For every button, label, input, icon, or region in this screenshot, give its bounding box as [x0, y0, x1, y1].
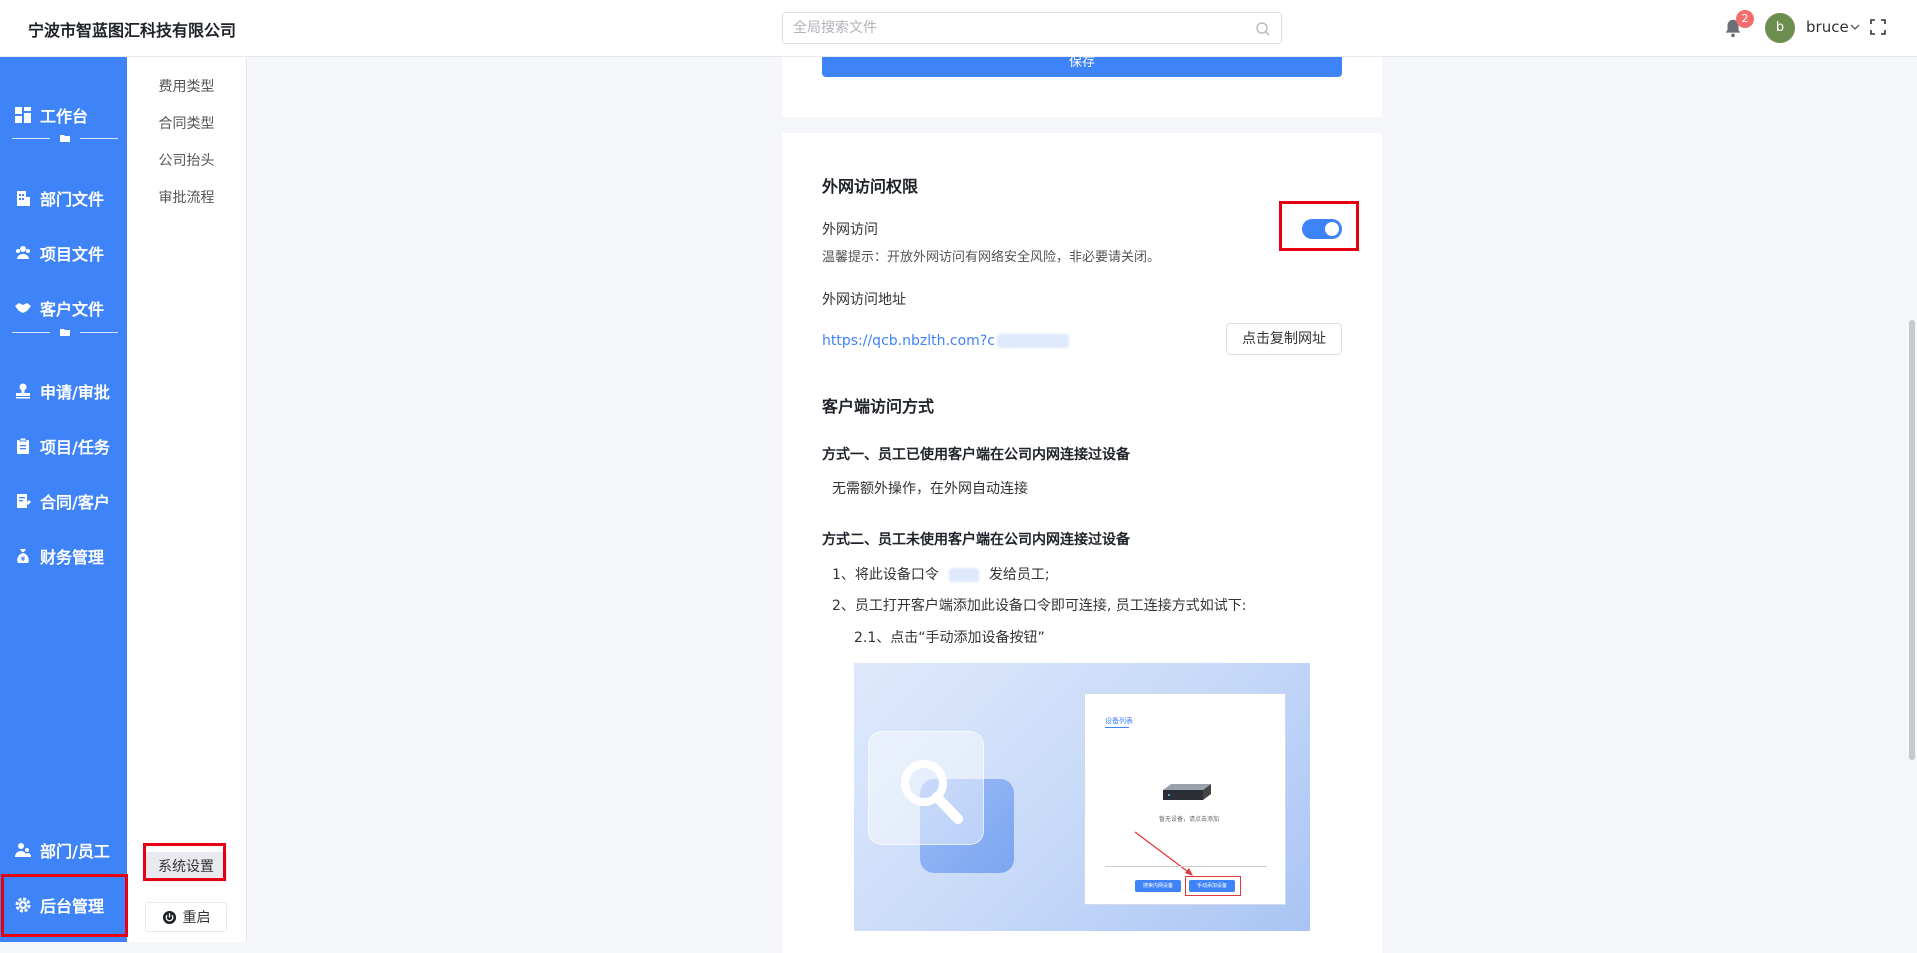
system-settings-button[interactable]: 系统设置	[145, 852, 227, 882]
toggle-knob	[1325, 222, 1339, 236]
client-screenshot: 设备列表 暂无设备，请点击添加 搜索内网设备 手动添加设备	[1084, 693, 1286, 905]
sidebar-item-workbench[interactable]: 工作台	[0, 95, 127, 135]
search-icon[interactable]	[1255, 21, 1271, 37]
dashboard-icon	[15, 107, 31, 123]
stamp-icon	[16, 383, 30, 399]
sidebar-item-label: 部门/员工	[40, 842, 110, 861]
client-access-title: 客户端访问方式	[822, 397, 935, 416]
page-scrollbar[interactable]	[1909, 320, 1915, 760]
external-access-card: 外网访问权限 外网访问 温馨提示：开放外网访问有网络安全风险，非必要请关闭。 外…	[782, 133, 1382, 953]
nas-device-icon	[1163, 784, 1211, 800]
clipboard-icon	[17, 437, 29, 454]
sidebar-item-label: 财务管理	[40, 548, 105, 567]
handshake-icon	[15, 303, 31, 313]
url-text: https://qcb.nbzlth.com?c	[822, 333, 995, 349]
fullscreen-icon[interactable]	[1870, 19, 1886, 35]
gear-icon	[15, 897, 31, 913]
sidebar-item-finance[interactable]: ¥ 财务管理	[0, 536, 127, 576]
redacted-url-part	[996, 333, 1069, 348]
empty-device-text: 暂无设备，请点击添加	[1159, 816, 1220, 823]
sidebar-item-department-staff[interactable]: 部门/员工	[0, 830, 127, 870]
settings-card-top: 保存	[782, 56, 1382, 117]
section-divider	[12, 325, 118, 339]
global-search[interactable]	[782, 12, 1282, 44]
section-title: 外网访问权限	[822, 177, 919, 196]
sub-navigation: 费用类型 合同类型 公司抬头 审批流程 系统设置 重启	[127, 57, 247, 942]
subnav-item-company-header[interactable]: 公司抬头	[127, 150, 246, 170]
copy-url-button[interactable]: 点击复制网址	[1226, 323, 1342, 355]
sidebar-item-label: 工作台	[40, 107, 89, 126]
company-name: 宁波市智蓝图汇科技有限公司	[28, 21, 237, 40]
money-bag-icon: ¥	[17, 549, 29, 563]
access-url[interactable]: https://qcb.nbzlth.com?c	[822, 330, 1069, 349]
power-icon	[162, 910, 176, 924]
external-access-label: 外网访问	[822, 222, 878, 238]
folder-icon	[60, 135, 70, 142]
step2-1-text: 2.1、点击“手动添加设备按钮”	[854, 630, 1045, 646]
users-icon	[16, 246, 30, 259]
user-group-icon	[15, 843, 31, 857]
magnifier-icon	[901, 760, 963, 824]
step1-text: 1、将此设备口令 发给员工;	[832, 564, 1050, 584]
instruction-illustration: 设备列表 暂无设备，请点击添加 搜索内网设备 手动添加设备	[854, 663, 1310, 931]
red-arrow-icon	[1134, 831, 1193, 876]
external-access-toggle[interactable]	[1302, 219, 1342, 239]
method1-title: 方式一、员工已使用客户端在公司内网连接过设备	[822, 447, 1130, 463]
method2-title: 方式二、员工未使用客户端在公司内网连接过设备	[822, 532, 1130, 548]
sidebar-item-label: 后台管理	[40, 897, 105, 916]
search-lan-device-button: 搜索内网设备	[1135, 880, 1181, 892]
avatar[interactable]: b	[1765, 13, 1795, 43]
method1-desc: 无需额外操作，在外网自动连接	[832, 481, 1028, 497]
sidebar-item-label: 部门文件	[40, 190, 105, 209]
sidebar-item-label: 项目/任务	[40, 438, 110, 457]
folder-icon	[60, 329, 70, 336]
address-label: 外网访问地址	[822, 292, 906, 308]
subnav-item-approval-flow[interactable]: 审批流程	[127, 187, 246, 207]
sidebar-item-project-task[interactable]: 项目/任务	[0, 426, 127, 466]
redacted-device-code	[948, 568, 979, 582]
restart-label: 重启	[182, 910, 211, 926]
subnav-item-expense-types[interactable]: 费用类型	[127, 76, 246, 96]
sidebar-item-apply-approve[interactable]: 申请/审批	[0, 371, 127, 411]
device-list-tab: 设备列表	[1105, 717, 1133, 725]
username[interactable]: bruce	[1806, 18, 1849, 36]
section-divider	[12, 131, 118, 145]
chevron-down-icon[interactable]	[1849, 21, 1861, 33]
manual-add-device-button: 手动添加设备	[1189, 880, 1235, 892]
sidebar-item-admin[interactable]: 后台管理	[0, 885, 127, 925]
restart-button[interactable]: 重启	[145, 902, 227, 932]
screenshot-divider	[1105, 866, 1267, 867]
step1-suffix: 发给员工;	[988, 567, 1050, 583]
sidebar-item-label: 客户文件	[40, 300, 105, 319]
security-tip: 温馨提示：开放外网访问有网络安全风险，非必要请关闭。	[822, 250, 1161, 265]
sidebar-item-project-files[interactable]: 项目文件	[0, 233, 127, 273]
notification-badge: 2	[1736, 10, 1754, 28]
tab-underline	[1105, 727, 1129, 728]
subnav-item-contract-types[interactable]: 合同类型	[127, 113, 246, 133]
step2-text: 2、员工打开客户端添加此设备口令即可连接, 员工连接方式如试下:	[832, 598, 1247, 614]
step1-prefix: 1、将此设备口令	[832, 567, 939, 583]
save-button[interactable]: 保存	[822, 56, 1342, 77]
sidebar-item-label: 申请/审批	[40, 383, 110, 402]
sidebar-item-contract-customer[interactable]: 合同/客户	[0, 481, 127, 521]
search-input[interactable]	[793, 13, 1233, 43]
top-bar: 宁波市智蓝图汇科技有限公司 2 b bruce	[0, 0, 1917, 57]
contract-icon	[17, 494, 31, 508]
sidebar-item-department-files[interactable]: 部门文件	[0, 178, 127, 218]
sidebar-item-label: 项目文件	[40, 245, 105, 264]
building-icon	[17, 191, 30, 206]
sidebar-item-customer-files[interactable]: 客户文件	[0, 288, 127, 328]
main-sidebar: 工作台 部门文件 项目文件 客户文件 申请/审批 项目/任务 合同/客户 ¥ 财…	[0, 57, 127, 942]
sidebar-item-label: 合同/客户	[40, 493, 110, 512]
